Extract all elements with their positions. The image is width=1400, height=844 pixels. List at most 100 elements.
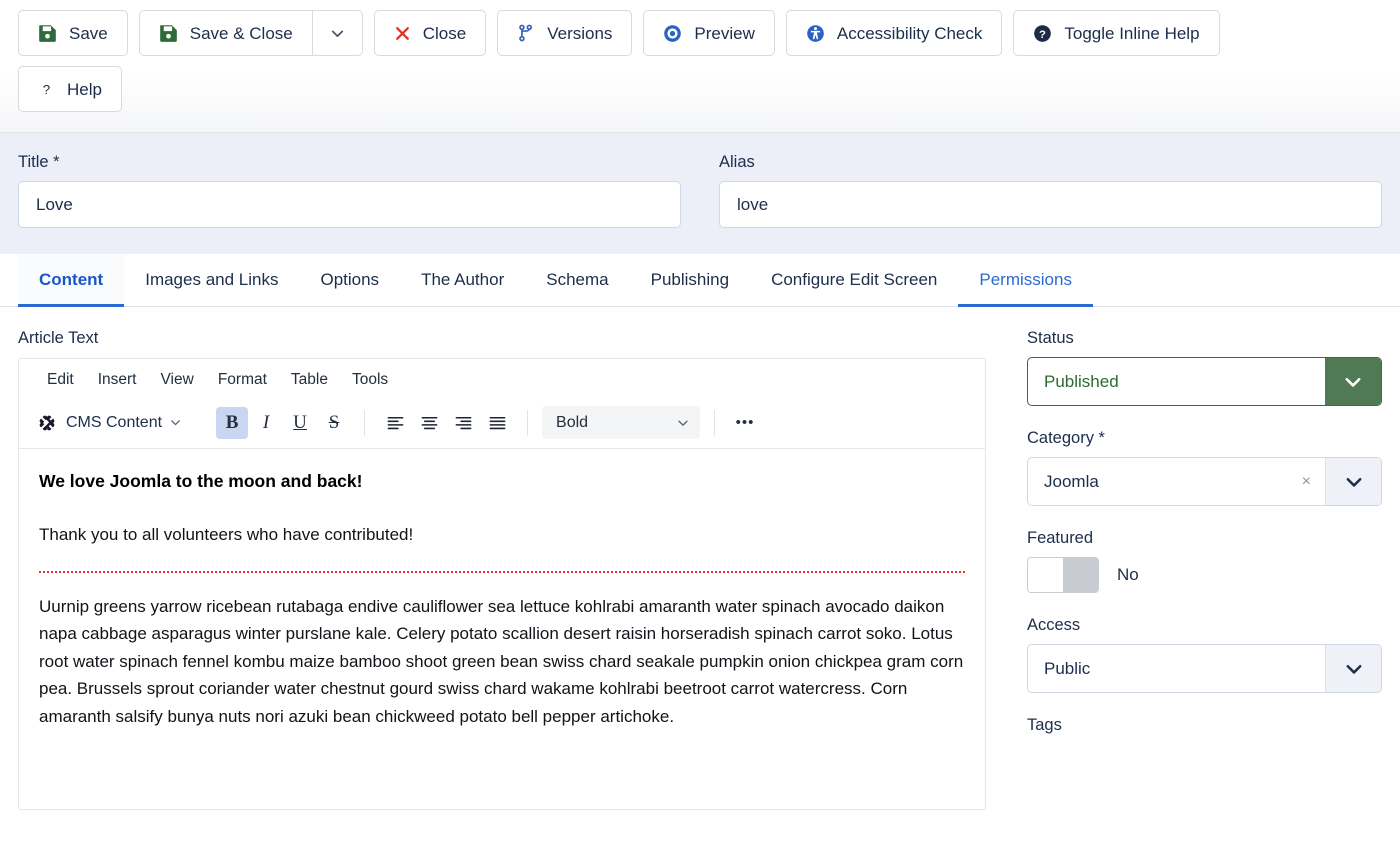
code-branch-icon [517, 24, 535, 42]
save-options-dropdown-button[interactable] [312, 10, 363, 56]
access-label: Access [1027, 616, 1382, 635]
tab-images-and-links-label: Images and Links [145, 270, 278, 290]
article-paragraph-1: Thank you to all volunteers who have con… [39, 521, 965, 549]
title-label: Title * [18, 153, 681, 172]
align-left-button[interactable] [379, 407, 411, 439]
edit-screen-tabs: Content Images and Links Options The Aut… [0, 254, 1400, 307]
accessibility-check-button-label: Accessibility Check [837, 25, 983, 42]
editor-menu-insert[interactable]: Insert [88, 367, 147, 393]
preview-button[interactable]: Preview [643, 10, 774, 56]
tab-publishing-label: Publishing [651, 270, 729, 290]
save-floppy-icon [38, 24, 57, 43]
align-center-button[interactable] [413, 407, 445, 439]
editor-menubar: Edit Insert View Format Table Tools [19, 359, 985, 401]
title-input[interactable] [18, 181, 681, 228]
alias-label: Alias [719, 153, 1382, 172]
question-circle-icon: ? [1033, 24, 1052, 43]
versions-button[interactable]: Versions [497, 10, 632, 56]
tab-content[interactable]: Content [18, 255, 124, 307]
status-select[interactable]: Published [1027, 357, 1382, 406]
editor-menu-table[interactable]: Table [281, 367, 338, 393]
close-button[interactable]: Close [374, 10, 486, 56]
toggle-inline-help-button[interactable]: ? Toggle Inline Help [1013, 10, 1219, 56]
editor-menu-edit[interactable]: Edit [37, 367, 84, 393]
tab-configure-edit-screen[interactable]: Configure Edit Screen [750, 255, 958, 307]
article-sidebar: Status Published Category * Joomla × Fea… [1008, 329, 1382, 844]
close-button-label: Close [423, 25, 466, 42]
preview-button-label: Preview [694, 25, 754, 42]
tab-the-author[interactable]: The Author [400, 255, 525, 307]
editor-menu-format[interactable]: Format [208, 367, 277, 393]
cms-content-dropdown[interactable]: CMS Content [33, 407, 190, 439]
alias-input[interactable] [719, 181, 1382, 228]
toolbar-separator [714, 410, 715, 436]
svg-text:?: ? [1039, 28, 1046, 40]
access-select[interactable]: Public [1027, 644, 1382, 693]
more-toolbar-items-label: ••• [736, 415, 755, 430]
tab-images-and-links[interactable]: Images and Links [124, 255, 299, 307]
chevron-down-icon [1325, 358, 1381, 405]
toolbar-separator [364, 410, 365, 436]
editor-content-area[interactable]: We love Joomla to the moon and back! Tha… [19, 449, 985, 771]
chevron-down-icon [1325, 645, 1381, 692]
tab-options[interactable]: Options [299, 255, 400, 307]
save-and-close-button[interactable]: Save & Close [139, 10, 313, 56]
underline-button[interactable]: U [284, 407, 316, 439]
tab-schema[interactable]: Schema [525, 255, 629, 307]
editor-menu-view[interactable]: View [150, 367, 203, 393]
editor-menu-tools[interactable]: Tools [342, 367, 398, 393]
category-label: Category * [1027, 429, 1382, 448]
tab-permissions[interactable]: Permissions [958, 255, 1093, 307]
featured-toggle[interactable] [1027, 557, 1099, 593]
featured-toggle-track [1063, 558, 1098, 592]
featured-label: Featured [1027, 529, 1382, 548]
save-and-close-split-button: Save & Close [139, 10, 363, 56]
bold-button[interactable]: B [216, 407, 248, 439]
featured-toggle-value: No [1117, 565, 1139, 585]
bold-button-label: B [226, 412, 239, 434]
status-field-group: Status Published [1027, 329, 1382, 406]
more-toolbar-items-button[interactable]: ••• [729, 407, 761, 439]
align-justify-button[interactable] [481, 407, 513, 439]
tab-configure-edit-screen-label: Configure Edit Screen [771, 270, 937, 290]
italic-button[interactable]: I [250, 407, 282, 439]
admin-toolbar: Save Save & Close Close [0, 0, 1400, 133]
featured-field-group: Featured No [1027, 529, 1382, 593]
format-select[interactable]: Bold [542, 406, 700, 439]
tab-options-label: Options [320, 270, 379, 290]
underline-button-label: U [293, 412, 307, 434]
article-heading: We love Joomla to the moon and back! [39, 467, 965, 495]
tinymce-editor: Edit Insert View Format Table Tools [18, 358, 986, 810]
tab-schema-label: Schema [546, 270, 608, 290]
chevron-down-icon [169, 416, 182, 429]
toolbar-row-secondary: ? Help [18, 66, 1382, 112]
save-button[interactable]: Save [18, 10, 128, 56]
category-clear-button[interactable]: × [1296, 458, 1325, 505]
tags-field-group: Tags [1027, 716, 1382, 735]
toolbar-separator [527, 410, 528, 436]
access-field-group: Access Public [1027, 616, 1382, 693]
access-select-value: Public [1028, 645, 1325, 692]
article-text-label: Article Text [18, 329, 986, 348]
tags-label: Tags [1027, 716, 1062, 734]
save-floppy-icon [159, 24, 178, 43]
title-alias-subhead: Title * Alias [0, 133, 1400, 254]
editor-toolbar: CMS Content B I U S [19, 401, 985, 449]
toolbar-row-primary: Save Save & Close Close [18, 10, 1382, 56]
help-button[interactable]: ? Help [18, 66, 122, 112]
accessibility-check-button[interactable]: Accessibility Check [786, 10, 1003, 56]
title-field-group: Title * [18, 153, 681, 228]
help-button-label: Help [67, 81, 102, 98]
edit-screen-tabs-wrap: Content Images and Links Options The Aut… [0, 254, 1400, 307]
category-select[interactable]: Joomla × [1027, 457, 1382, 506]
tab-permissions-label: Permissions [979, 270, 1072, 290]
chevron-down-icon [676, 416, 690, 430]
tab-publishing[interactable]: Publishing [630, 255, 750, 307]
strikethrough-button[interactable]: S [318, 407, 350, 439]
editor-column: Article Text Edit Insert View Format Tab… [18, 329, 986, 844]
align-right-button[interactable] [447, 407, 479, 439]
toggle-inline-help-button-label: Toggle Inline Help [1064, 25, 1199, 42]
alias-field-group: Alias [719, 153, 1382, 228]
category-field-group: Category * Joomla × [1027, 429, 1382, 506]
save-and-close-button-label: Save & Close [190, 25, 293, 42]
